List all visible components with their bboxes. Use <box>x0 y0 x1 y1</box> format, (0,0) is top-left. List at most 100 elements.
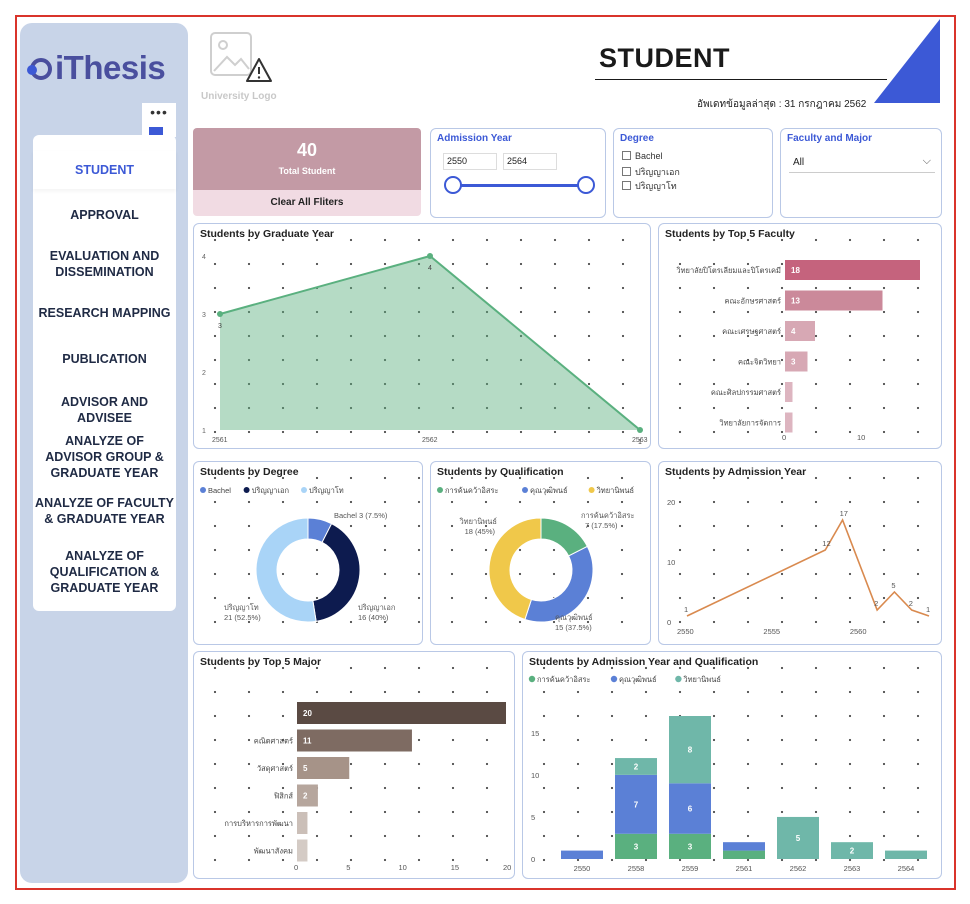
x-tick-label: 2562 <box>790 864 807 873</box>
legend-label: ปริญญาโท <box>309 486 344 495</box>
legend-marker <box>243 487 250 493</box>
segment-label: 3 <box>688 842 693 851</box>
nav-item-qualification-year[interactable]: ANALYZE OF QUALIFICATION & GRADUATE YEAR <box>33 548 176 596</box>
ithesis-logo[interactable]: iThesis <box>27 49 166 87</box>
legend-label: วิทยานิพนธ์ <box>596 486 634 495</box>
bar-value-label: 20 <box>303 709 312 718</box>
x-tick-label: 2560 <box>850 627 867 636</box>
faculty-slicer-title: Faculty and Major <box>787 133 873 144</box>
nav-item-approval[interactable]: APPROVAL <box>33 207 176 223</box>
bar <box>785 260 920 280</box>
segment-label: 2 <box>634 762 639 771</box>
x-tick-label: 0 <box>294 863 298 872</box>
category-label: คณะอักษรศาสตร์ <box>725 297 781 306</box>
degree-option-master[interactable]: ปริญญาโท <box>622 179 677 193</box>
category-label: ฟิสิกส์ <box>273 792 293 801</box>
data-point <box>427 253 433 259</box>
image-placeholder-icon <box>210 32 272 82</box>
logo-mark-icon <box>27 58 52 80</box>
checkbox-icon[interactable] <box>622 151 631 160</box>
bar <box>785 351 808 372</box>
faculty-dropdown[interactable]: All ⌵ <box>789 155 935 173</box>
total-student-kpi: 40 Total Student Clear All Fliters <box>193 128 421 216</box>
y-tick-label: 0 <box>531 855 535 864</box>
admission-year-slicer: Admission Year 2550 2564 <box>430 128 606 218</box>
stacked-bar-segment <box>561 850 603 859</box>
nav-item-student[interactable]: STUDENT <box>33 151 176 189</box>
degree-option-bachel[interactable]: Bachel <box>622 151 663 161</box>
clear-filters-button[interactable]: Clear All Fliters <box>193 190 421 216</box>
data-label: ปริญญาเอก <box>358 603 395 612</box>
data-point <box>217 311 223 317</box>
nav-panel: STUDENT APPROVAL EVALUATION AND DISSEMIN… <box>33 135 176 611</box>
x-tick-label: 2561 <box>736 864 753 873</box>
top-faculty-chart: Students by Top 5 Faculty วิทยาลัยปิโตรเ… <box>658 223 942 449</box>
chart-title: Students by Top 5 Faculty <box>665 228 795 240</box>
category-label: คณิตศาสตร์ <box>254 737 293 746</box>
data-label: 17 <box>840 509 848 518</box>
kpi-card: 40 Total Student <box>193 128 421 190</box>
data-label: 1 <box>926 605 930 614</box>
y-tick-label: 10 <box>667 558 675 567</box>
admission-to-input[interactable]: 2564 <box>503 153 557 170</box>
x-tick-label: 2563 <box>844 864 861 873</box>
degree-chart: Students by Degree Bachel ปริญญาเอก ปริญญา… <box>193 461 423 645</box>
segment-label: 5 <box>796 834 801 843</box>
legend-label: ปริญญาเอก <box>252 486 289 495</box>
x-tick-label: 2563 <box>632 437 648 444</box>
area-fill <box>220 256 640 430</box>
x-tick-label: 15 <box>451 863 459 872</box>
series-line <box>686 518 930 617</box>
y-tick-label: 20 <box>667 498 675 507</box>
data-label: 4 <box>428 265 432 272</box>
donut-slice <box>255 517 317 623</box>
title-underline <box>595 79 887 80</box>
nav-item-research-mapping[interactable]: RESEARCH MAPPING <box>33 305 176 321</box>
x-tick-label: 2559 <box>682 864 699 873</box>
bar <box>785 382 793 402</box>
legend-marker <box>437 487 443 493</box>
category-label: คณะศิลปกรรมศาสตร์ <box>711 388 781 397</box>
x-tick-label: 20 <box>503 863 511 872</box>
nav-item-advisor-group[interactable]: ANALYZE OF ADVISOR GROUP & GRADUATE YEAR <box>33 433 176 481</box>
logo-text: iThesis <box>55 49 166 86</box>
data-label: 21 (52.5%) <box>224 613 261 622</box>
graduate-year-chart: Students by Graduate Year 1 2 3 4 3 2561 4 2562… <box>193 223 651 449</box>
nav-item-publication[interactable]: PUBLICATION <box>33 351 176 367</box>
nav-item-advisor[interactable]: ADVISOR AND ADVISEE <box>33 394 176 426</box>
admission-year-chart: Students by Admission Year 0 10 20 2550 2555… <box>658 461 942 645</box>
option-label: ปริญญาเอก <box>635 167 680 177</box>
data-label: Bachel 3 (7.5%) <box>334 511 388 520</box>
kpi-label: Total Student <box>278 166 336 176</box>
chart-title: Students by Degree <box>200 466 299 478</box>
bar-value-label: 13 <box>791 297 800 306</box>
data-label: วิทยานิพนธ์ <box>459 517 497 526</box>
x-tick-label: 2550 <box>574 864 591 873</box>
dropdown-value: All <box>793 157 805 168</box>
y-tick-label: 1 <box>202 428 206 435</box>
data-label: 7 (17.5%) <box>585 521 618 530</box>
nav-item-faculty-year[interactable]: ANALYZE OF FACULTY & GRADUATE YEAR <box>33 495 176 527</box>
checkbox-icon[interactable] <box>622 181 631 190</box>
top-major-plot: 20 คณิตศาสตร์ 11 วัสดุศาสตร์ 5 ฟิสิกส์ 2 การบริ… <box>224 702 511 872</box>
x-tick-label: 0 <box>782 433 786 442</box>
stacked-bar-segment <box>723 842 765 851</box>
kpi-value: 40 <box>296 140 318 160</box>
degree-option-doctoral[interactable]: ปริญญาเอก <box>622 165 680 179</box>
qualification-donut: การค้นคว้าอิสระ คุณวุฒิพนธ์ วิทยานิพนธ์การ… <box>437 486 635 632</box>
chevron-down-icon: ⌵ <box>922 155 931 167</box>
admission-from-input[interactable]: 2550 <box>443 153 497 170</box>
nav-item-evaluation[interactable]: EVALUATION AND DISSEMINATION <box>33 248 176 280</box>
bar-value-label: 2 <box>303 792 308 801</box>
admission-slicer-title: Admission Year <box>437 133 512 144</box>
slider-handle-end[interactable] <box>577 176 595 194</box>
stacked-bar-segment <box>885 850 927 859</box>
admission-qualification-plot: การค้นคว้าอิสระ คุณวุฒิพนธ์ วิทยานิพนธ์ 0 5 1… <box>528 675 927 873</box>
y-tick-label: 2 <box>202 370 206 377</box>
legend-marker <box>301 487 307 493</box>
x-tick-label: 2558 <box>628 864 645 873</box>
checkbox-icon[interactable] <box>622 167 631 176</box>
legend-label: การค้นคว้าอิสระ <box>445 486 499 495</box>
slider-handle-start[interactable] <box>444 176 462 194</box>
x-tick-label: 2562 <box>422 437 438 444</box>
